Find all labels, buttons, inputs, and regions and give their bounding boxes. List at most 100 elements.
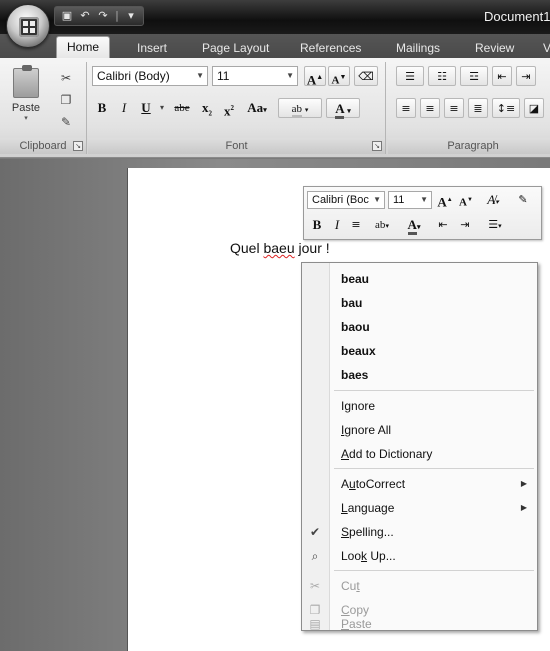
copy-icon[interactable]: ❐ [58,92,74,108]
decrease-indent-button[interactable]: ⇤ [492,66,512,86]
ignore-all-item[interactable]: Ignore All [302,418,537,442]
italic-button[interactable]: I [116,98,132,118]
dialog-launcher-icon[interactable]: ↘ [372,141,382,151]
bold-button[interactable]: B [94,98,110,118]
research-icon: ⌕ [311,549,319,563]
tab-home[interactable]: Home [56,36,111,59]
cut-icon[interactable]: ✂ [58,70,74,86]
redo-icon[interactable]: ↷ [95,8,111,24]
mini-font-name-combo[interactable]: Calibri (Boc ▼ [307,191,385,209]
bullets-icon: ☰ [488,218,499,231]
language-item[interactable]: Language ▶ [302,496,537,520]
group-label-paragraph: Paragraph [388,138,550,154]
align-left-button[interactable]: ≡ [396,98,416,118]
tab-review[interactable]: Review [475,38,514,58]
submenu-arrow-icon: ▶ [520,479,527,488]
save-icon[interactable]: ▣ [59,8,75,24]
subscript-button[interactable]: x2 [198,98,216,118]
multilevel-list-button[interactable]: ☲ [460,66,488,86]
spelling-context-menu: beau bau baou beaux baes Ignore Ignore A… [301,262,538,631]
mini-bullets-button[interactable]: ☰▾ [480,215,510,235]
chevron-down-icon: ▼ [196,71,204,80]
highlight-button[interactable]: ab ▾ [278,98,322,118]
font-name-value: Calibri (Body) [97,69,170,83]
tab-page-layout[interactable]: Page Layout [202,38,269,58]
strikethrough-button[interactable]: abe [170,98,194,118]
mini-format-painter-button[interactable]: ✎ [514,190,532,210]
line-spacing-button[interactable]: ↕≡ [492,98,520,118]
suggestion-item[interactable]: beau [302,267,537,291]
paste-icon: ▤ [309,617,321,631]
highlight-label: ab [291,103,303,118]
autocorrect-item[interactable]: AutoCorrect ▶ [302,472,537,496]
document-text[interactable]: Quel baeu jour ! [230,240,330,256]
mini-italic-button[interactable]: I [330,215,344,235]
ribbon-tabs: Home Insert Page Layout References Maili… [0,34,550,59]
tab-insert[interactable]: Insert [137,38,167,58]
mini-styles-button[interactable]: A̸▾ [480,190,506,210]
change-case-button[interactable]: Aa▾ [242,98,272,118]
office-logo-icon [19,17,39,37]
superscript-button[interactable]: x2 [220,98,238,118]
mini-bold-button[interactable]: B [310,215,324,235]
justify-button[interactable]: ≣ [468,98,488,118]
ignore-item[interactable]: Ignore [302,394,537,418]
spelling-item[interactable]: ✔ Spelling... [302,520,537,544]
mini-font-size-combo[interactable]: 11 ▼ [388,191,432,209]
suggestion-item[interactable]: baes [302,363,537,387]
shading-button[interactable]: ◪ [524,98,544,118]
suggestion-item[interactable]: bau [302,291,537,315]
tab-references[interactable]: References [300,38,361,58]
cut-item[interactable]: ✂ Cut [302,574,537,598]
paste-item[interactable]: ▤ Paste [302,617,537,631]
mini-shrink-font-button[interactable]: A▼ [458,190,474,210]
font-name-combo[interactable]: Calibri (Body) ▼ [92,66,208,86]
undo-icon[interactable]: ↶ [77,8,93,24]
align-right-button[interactable]: ≡ [444,98,464,118]
increase-indent-button[interactable]: ⇥ [516,66,536,86]
autocorrect-text-rest: toCorrect [355,477,406,491]
customize-icon[interactable]: ▾ [123,8,139,24]
mini-decrease-indent-button[interactable]: ⇤ [434,215,452,235]
mini-font-color-button[interactable]: A▾ [400,215,428,235]
dialog-launcher-icon[interactable]: ↘ [73,141,83,151]
format-painter-icon[interactable]: ✎ [58,114,74,130]
submenu-arrow-icon: ▶ [520,503,527,512]
chevron-down-icon: ▼ [286,71,294,80]
shrink-font-button[interactable]: A▼ [328,66,350,87]
tab-mailings[interactable]: Mailings [396,38,440,58]
numbering-button[interactable]: ☷ [428,66,456,86]
suggestion-item[interactable]: baou [302,315,537,339]
grow-font-button[interactable]: A▲ [304,66,326,87]
clear-formatting-icon: ⌫ [358,71,374,83]
add-to-dictionary-item[interactable]: Add to Dictionary [302,442,537,466]
tab-view[interactable]: V [543,38,550,58]
clear-formatting-button[interactable]: ⌫ [354,66,378,86]
spelling-text-rest: pelling... [349,525,394,539]
add-to-dictionary-text-rest: dd to Dictionary [349,447,433,461]
menu-separator [334,570,534,571]
misspelled-word[interactable]: baeu [263,240,294,256]
mini-highlight-button[interactable]: ab▾ [368,215,396,235]
bullets-button[interactable]: ☰ [396,66,424,86]
increase-indent-icon: ⇥ [521,70,531,83]
align-center-icon: ≡ [351,218,361,231]
font-size-combo[interactable]: 11 ▼ [212,66,298,86]
suggestion-item[interactable]: beaux [302,339,537,363]
mini-increase-indent-button[interactable]: ⇥ [456,215,474,235]
clipboard-group: Paste ▾ ✂ ❐ ✎ Clipboard ↘ [0,62,87,154]
chevron-down-icon: ▼ [373,195,381,204]
mini-align-center-button[interactable]: ≡ [348,215,364,235]
paste-button[interactable]: Paste ▾ [6,65,46,126]
chevron-down-icon[interactable]: ▾ [154,100,170,116]
align-center-button[interactable]: ≡ [420,98,440,118]
font-color-button[interactable]: A ▾ [326,98,360,119]
mini-grow-font-button[interactable]: A▲ [436,190,454,210]
font-size-value: 11 [217,69,230,83]
office-button[interactable] [6,4,50,48]
underline-button[interactable]: U [138,98,154,118]
ignore-text-rest: nore [351,399,376,413]
line-spacing-icon: ↕≡ [496,102,516,115]
language-accelerator: L [341,501,348,515]
look-up-item[interactable]: ⌕ Look Up... [302,544,537,568]
